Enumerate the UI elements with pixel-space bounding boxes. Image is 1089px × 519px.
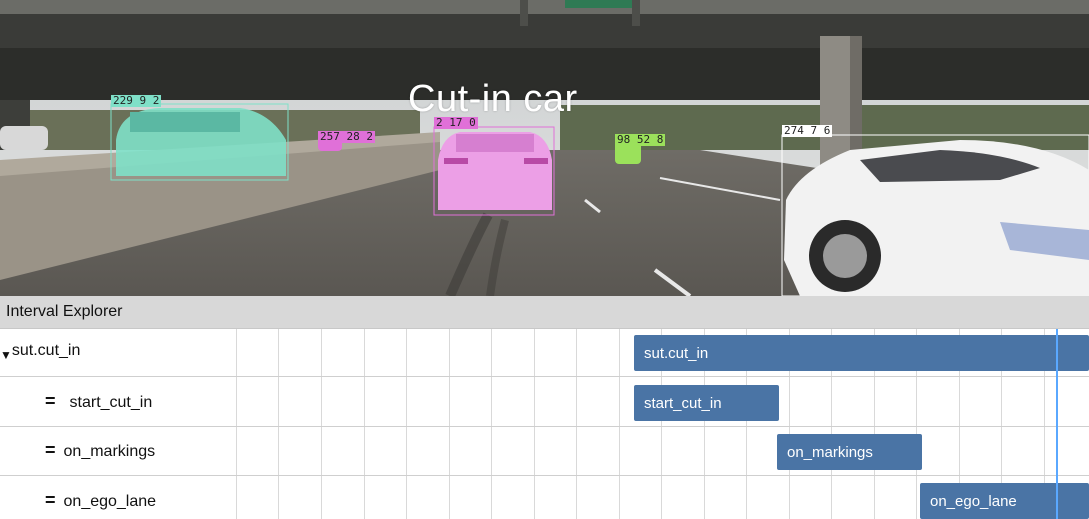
- interval-explorer-header: Interval Explorer: [0, 296, 1089, 329]
- detection-label: 98 52 8: [615, 133, 666, 146]
- detection-label: 257 28 2: [318, 130, 375, 143]
- interval-bar-on-markings[interactable]: on_markings: [777, 434, 922, 470]
- row-label-start-cut-in[interactable]: = start_cut_in: [45, 391, 152, 412]
- interval-bar-start-cut-in[interactable]: start_cut_in: [634, 385, 779, 421]
- detection-label: 229 9 2: [111, 94, 162, 107]
- row-label-sut-cut-in[interactable]: ▼sut.cut_in: [0, 342, 80, 362]
- interval-bar-on-ego-lane[interactable]: on_ego_lane: [920, 483, 1089, 519]
- interval-row: = start_cut_in start_cut_in: [0, 377, 1089, 427]
- interval-grid[interactable]: ▼sut.cut_in sut.cut_in = start_cut_in sta…: [0, 329, 1089, 519]
- row-label-on-markings[interactable]: = on_markings: [45, 440, 155, 461]
- road-scene-image: [0, 0, 1089, 296]
- equals-icon: =: [45, 490, 56, 510]
- cut-in-car-caption: Cut-in car: [408, 78, 578, 120]
- row-label-on-ego-lane[interactable]: = on_ego_lane: [45, 490, 156, 511]
- collapse-triangle-icon[interactable]: ▼: [0, 348, 12, 362]
- interval-bar-sut-cut-in[interactable]: sut.cut_in: [634, 335, 1089, 371]
- equals-icon: =: [45, 440, 56, 460]
- interval-row: = on_markings on_markings: [0, 427, 1089, 476]
- interval-explorer-title: Interval Explorer: [6, 303, 123, 320]
- detection-label: 2 17 0: [434, 116, 478, 129]
- video-frame: Cut-in car 229 9 2 257 28 2 2 17 0 98 52…: [0, 0, 1089, 296]
- interval-explorer-panel: Interval Explorer ▼sut.cut_in sut.cut_in: [0, 296, 1089, 519]
- interval-row: = on_ego_lane on_ego_lane: [0, 476, 1089, 519]
- playhead-cursor[interactable]: [1056, 329, 1058, 519]
- equals-icon: =: [45, 391, 56, 411]
- detection-label: 274 7 6: [782, 124, 833, 137]
- interval-row: ▼sut.cut_in sut.cut_in: [0, 329, 1089, 377]
